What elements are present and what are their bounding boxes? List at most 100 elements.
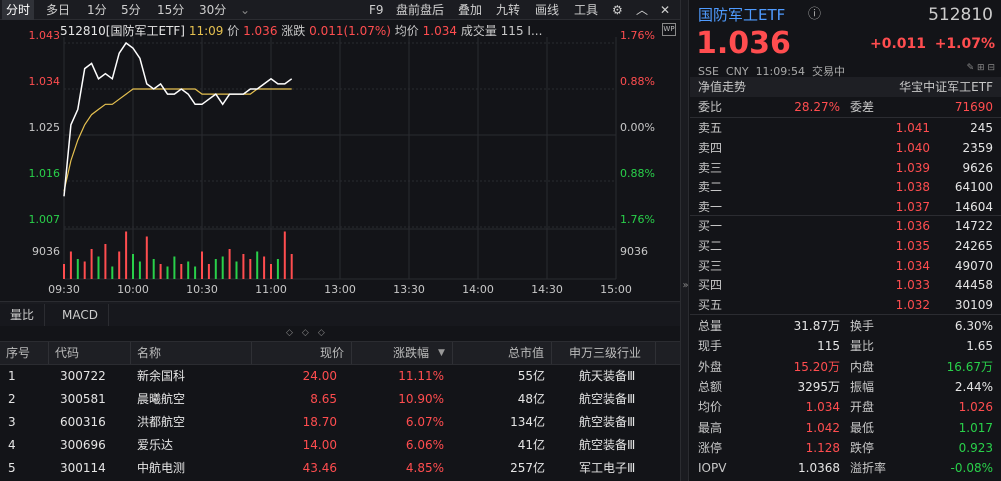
tab-15min[interactable]: 15分 bbox=[157, 0, 184, 20]
price-change: +0.011 bbox=[870, 36, 927, 52]
prepost-button[interactable]: 盘前盘后 bbox=[396, 0, 444, 20]
f9-button[interactable]: F9 bbox=[369, 0, 384, 20]
col-industry[interactable]: 申万三级行业 bbox=[569, 342, 641, 364]
table-row[interactable]: 2 300581 晨曦航空 8.65 10.90% 48亿 航空装备Ⅲ bbox=[0, 388, 680, 411]
draw-line-button[interactable]: 画线 bbox=[535, 0, 559, 20]
wp-icon[interactable]: WP bbox=[662, 23, 676, 36]
bid-level[interactable]: 买一 1.036 14722 bbox=[690, 216, 1001, 236]
tab-macd[interactable]: MACD bbox=[52, 304, 109, 326]
volume-bar bbox=[152, 259, 155, 279]
col-price[interactable]: 现价 bbox=[320, 342, 344, 364]
stat-row: 外盘 15.20万 内盘 16.67万 bbox=[690, 357, 1001, 377]
table-row[interactable]: 5 300114 中航电测 43.46 4.85% 257亿 军工电子Ⅲ bbox=[0, 457, 680, 480]
ask-level[interactable]: 卖五 1.041 245 bbox=[690, 118, 1001, 138]
bid-level[interactable]: 买四 1.033 44458 bbox=[690, 275, 1001, 295]
bid-level[interactable]: 买三 1.034 49070 bbox=[690, 256, 1001, 276]
row-mktcap: 55亿 bbox=[517, 369, 545, 383]
info-icon[interactable]: ⓘ bbox=[808, 4, 821, 26]
row-price: 43.46 bbox=[302, 461, 337, 475]
table-row[interactable]: 4 300696 爱乐达 14.00 6.06% 41亿 航空装备Ⅲ bbox=[0, 434, 680, 457]
tab-30min[interactable]: 30分 bbox=[199, 0, 226, 20]
volume-bar bbox=[76, 259, 79, 279]
table-row[interactable]: 3 600316 洪都航空 18.70 6.07% 134亿 航空装备Ⅲ bbox=[0, 411, 680, 434]
volume-bar bbox=[90, 249, 93, 279]
collapse-icon[interactable]: ︿ bbox=[636, 0, 648, 20]
stat-label: 振幅 bbox=[850, 379, 875, 394]
panel-divider[interactable]: » bbox=[680, 0, 689, 481]
stat-label: 现手 bbox=[698, 339, 723, 354]
x-tick-label: 14:00 bbox=[462, 283, 494, 296]
row-price: 18.70 bbox=[302, 415, 337, 429]
table-row[interactable]: 1 300722 新余国科 24.00 11.11% 55亿 航天装备Ⅲ bbox=[0, 365, 680, 388]
volume-bar bbox=[63, 264, 65, 279]
row-change: 4.85% bbox=[405, 461, 444, 475]
volume-bar bbox=[235, 261, 238, 279]
expand-icon[interactable]: » bbox=[681, 280, 690, 291]
overlay-button[interactable]: 叠加 bbox=[458, 0, 482, 20]
volume-bar bbox=[125, 231, 128, 279]
cursor-chg: 0.011(1.07%) bbox=[309, 24, 391, 38]
last-price: 1.036 bbox=[696, 26, 791, 61]
tab-volume-ratio[interactable]: 量比 bbox=[0, 304, 46, 326]
collapse-handle-icon[interactable]: ◇◇◇ bbox=[286, 328, 334, 338]
level-price: 1.036 bbox=[895, 219, 930, 233]
stat-label: 外盘 bbox=[698, 359, 723, 374]
col-change[interactable]: 涨跌幅 bbox=[393, 342, 429, 364]
nav-row: 净值走势 华宝中证军工ETF bbox=[690, 77, 1001, 97]
volume-bar bbox=[221, 256, 224, 279]
bid-level[interactable]: 买五 1.032 30109 bbox=[690, 295, 1001, 315]
tab-1min[interactable]: 1分 bbox=[87, 0, 107, 20]
gear-icon[interactable]: ⚙ bbox=[612, 0, 623, 20]
stat-row: 涨停 1.128 跌停 0.923 bbox=[690, 438, 1001, 458]
chevron-down-icon[interactable]: ⌄ bbox=[240, 0, 250, 20]
tab-multiday[interactable]: 多日 bbox=[46, 0, 70, 20]
y-pct-tick-label: 9036 bbox=[620, 245, 648, 258]
row-code: 600316 bbox=[60, 415, 106, 429]
bid-level[interactable]: 买二 1.035 24265 bbox=[690, 236, 1001, 256]
col-index[interactable]: 序号 bbox=[6, 342, 30, 364]
tab-5min[interactable]: 5分 bbox=[121, 0, 141, 20]
row-industry: 航空装备Ⅲ bbox=[579, 415, 636, 429]
close-icon[interactable]: ✕ bbox=[660, 0, 670, 20]
tools-button[interactable]: 工具 bbox=[574, 0, 598, 20]
row-mktcap: 48亿 bbox=[517, 392, 545, 406]
panel-tool-icons[interactable]: ✎ ⊞ ⊟ bbox=[967, 63, 995, 73]
stat-row: 最高 1.042 最低 1.017 bbox=[690, 418, 1001, 438]
y-pct-tick-label: 1.76% bbox=[620, 213, 655, 226]
ask-level[interactable]: 卖三 1.039 9626 bbox=[690, 158, 1001, 178]
price-line bbox=[63, 41, 293, 197]
volume-bar bbox=[69, 251, 72, 279]
col-name[interactable]: 名称 bbox=[137, 342, 161, 364]
volume-bar bbox=[249, 259, 252, 279]
price-label: 价 bbox=[227, 24, 240, 38]
col-code[interactable]: 代码 bbox=[55, 342, 79, 364]
ask-level[interactable]: 卖四 1.040 2359 bbox=[690, 138, 1001, 158]
tracking-index[interactable]: 华宝中证军工ETF bbox=[899, 77, 993, 97]
nine-turn-button[interactable]: 九转 bbox=[496, 0, 520, 20]
row-change: 6.07% bbox=[405, 415, 444, 429]
nav-trend-link[interactable]: 净值走势 bbox=[698, 77, 746, 97]
y-tick-label: 1.043 bbox=[29, 29, 61, 42]
x-tick-label: 09:30 bbox=[48, 283, 80, 296]
row-price: 8.65 bbox=[310, 392, 337, 406]
y-pct-tick-label: 1.76% bbox=[620, 29, 655, 42]
row-index: 4 bbox=[8, 438, 16, 452]
col-mktcap[interactable]: 总市值 bbox=[508, 342, 544, 364]
cursor-time: 11:09 bbox=[188, 24, 224, 38]
volume-bar bbox=[173, 256, 176, 279]
ask-level[interactable]: 卖二 1.038 64100 bbox=[690, 177, 1001, 197]
sort-desc-icon[interactable]: ▼ bbox=[438, 342, 445, 364]
volume-bar bbox=[283, 231, 286, 279]
tab-intraday[interactable]: 分时 bbox=[2, 0, 35, 20]
stat-label: 总额 bbox=[698, 379, 723, 394]
volume-bar bbox=[138, 261, 141, 279]
stat-value: 1.0368 bbox=[798, 461, 840, 476]
volume-bar bbox=[159, 264, 162, 279]
level-price: 1.040 bbox=[895, 140, 930, 155]
cursor-avg: 1.034 bbox=[422, 24, 457, 38]
volume-bar bbox=[180, 264, 183, 279]
level-volume: 30109 bbox=[954, 298, 993, 313]
row-code: 300581 bbox=[60, 392, 106, 406]
row-code: 300696 bbox=[60, 438, 106, 452]
level-price: 1.038 bbox=[895, 180, 930, 195]
